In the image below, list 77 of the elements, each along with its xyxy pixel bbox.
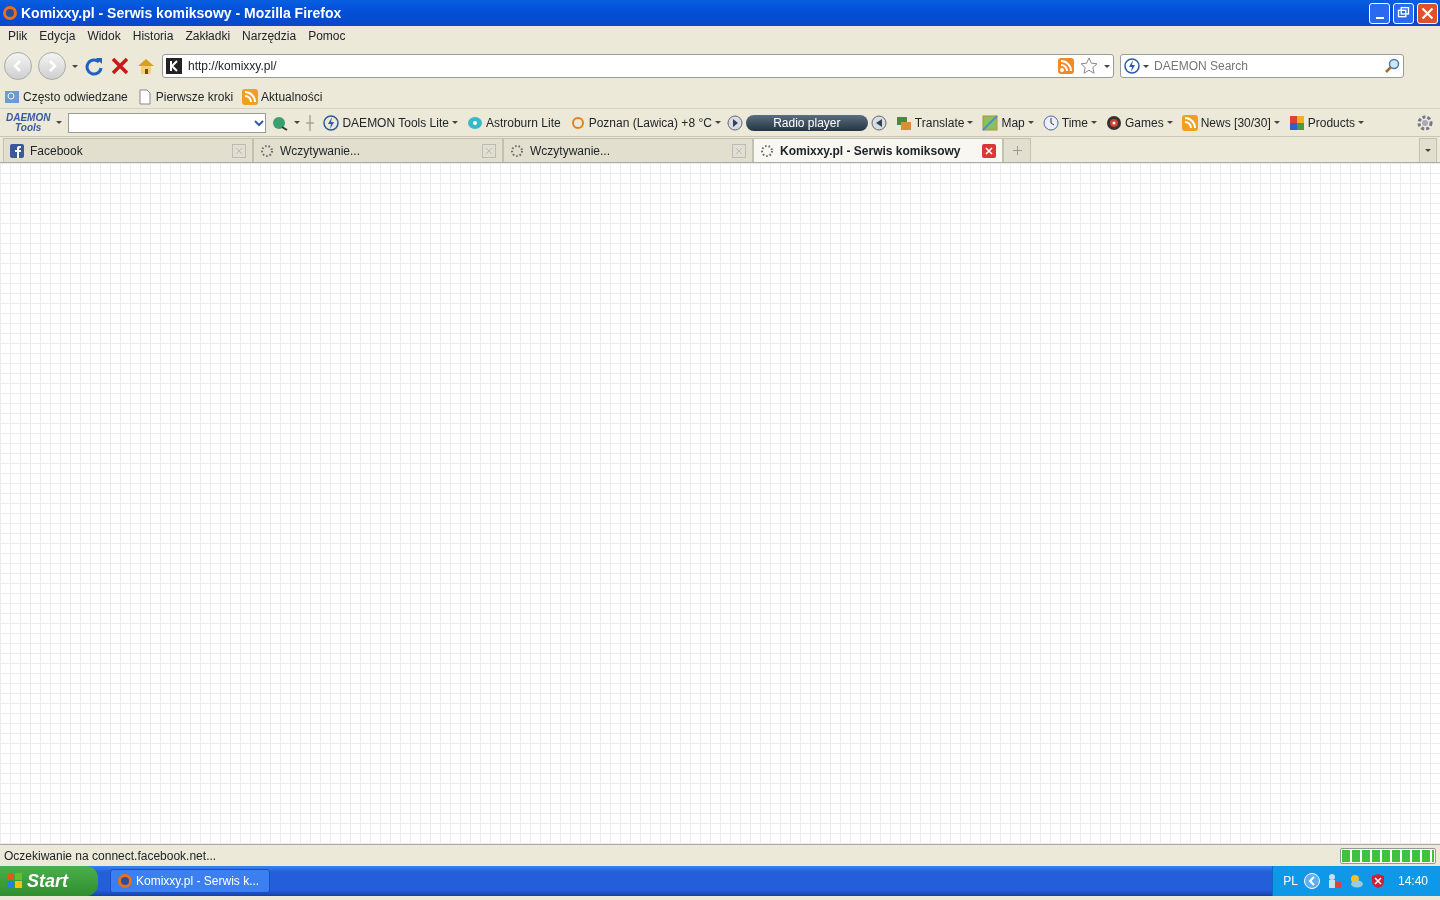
bookmark-link[interactable]: Często odwiedzane [4, 88, 128, 106]
browser-tab[interactable]: Facebook [3, 138, 253, 162]
chevron-icon[interactable] [1303, 873, 1320, 889]
toolbar-button[interactable]: Time [1042, 113, 1097, 132]
caret-icon[interactable] [1104, 64, 1110, 68]
toolbar-button[interactable]: Poznan (Lawica) +8 °C [569, 113, 721, 132]
caret-icon[interactable] [72, 64, 78, 68]
stop-icon[interactable] [110, 56, 130, 76]
globe-icon [117, 873, 133, 889]
separator-handle-icon [306, 114, 315, 131]
caret-icon[interactable] [56, 121, 63, 124]
browser-tab[interactable]: Komixxy.pl - Serwis komiksowy [753, 138, 1003, 162]
search-icon[interactable] [272, 114, 289, 131]
toolbar-button[interactable]: Products [1288, 113, 1365, 132]
windows-logo-icon [6, 872, 24, 890]
toolbar-button[interactable]: Translate [895, 113, 974, 132]
menu-item[interactable]: Historia [126, 25, 180, 47]
plus-icon [1012, 146, 1022, 155]
reload-icon[interactable] [84, 56, 104, 76]
radio-player-control[interactable]: Radio player [745, 114, 868, 131]
tab-list-button[interactable] [1419, 138, 1437, 162]
clock: 14:40 [1397, 873, 1428, 890]
browser-tab[interactable]: Wczytywanie... [253, 138, 503, 162]
menu-item[interactable]: Plik [2, 25, 34, 47]
status-text: Oczekiwanie na connect.facebook.net... [4, 847, 218, 865]
toolbar-button[interactable]: Astroburn Lite [466, 113, 561, 132]
daemon-tools-logo[interactable]: DAEMON Tools [6, 112, 51, 133]
search-dropdown[interactable] [68, 112, 267, 133]
loading-spinner-icon [510, 143, 524, 158]
toolbar-button[interactable]: DAEMON Tools Lite [323, 113, 458, 132]
loading-spinner-icon [260, 143, 274, 158]
page-icon [136, 89, 153, 105]
taskbar-window-button[interactable]: Komixxy.pl - Serwis k... [110, 869, 270, 893]
rss-icon[interactable] [1058, 58, 1074, 74]
rss-icon [1181, 114, 1198, 131]
minimize-button[interactable] [1369, 2, 1390, 24]
menu-item[interactable]: Narzędzia [236, 25, 303, 47]
shield-icon[interactable] [1369, 873, 1386, 889]
caret-icon[interactable] [294, 121, 301, 124]
rss-icon [242, 89, 259, 105]
lightning-icon [323, 114, 340, 131]
gear-icon[interactable] [1416, 113, 1434, 132]
lightning-icon [1124, 58, 1140, 74]
close-button[interactable] [1417, 2, 1438, 24]
close-icon[interactable] [982, 143, 996, 158]
volume-icon[interactable] [870, 114, 887, 131]
home-icon[interactable] [136, 56, 156, 76]
menu-item[interactable]: Pomoc [302, 25, 352, 47]
bookmark-link[interactable]: Pierwsze kroki [136, 88, 234, 106]
loading-spinner-icon [760, 143, 774, 158]
site-icon [10, 143, 24, 158]
menu-item[interactable]: Zakładki [179, 25, 237, 47]
star-icon[interactable] [1080, 57, 1098, 75]
toolbar-button[interactable]: Map [982, 113, 1034, 132]
search-field[interactable]: DAEMON Search [1120, 54, 1404, 78]
dartboard-icon [1106, 114, 1122, 131]
squares-icon [1288, 114, 1305, 131]
browser-tab[interactable]: Wczytywanie... [503, 138, 753, 162]
toolbar-button[interactable]: News [30/30] [1181, 113, 1280, 132]
menu-item[interactable]: Edycja [33, 25, 82, 47]
globe-icon [2, 5, 18, 21]
search-icon[interactable] [1384, 58, 1400, 74]
bookmark-link[interactable]: Aktualności [242, 88, 323, 106]
menu-item[interactable]: Widok [81, 25, 127, 47]
toolbar-button[interactable]: Games [1106, 113, 1173, 132]
clock-icon [1042, 114, 1059, 131]
map-icon [982, 114, 999, 131]
site-logo-icon [166, 58, 182, 74]
minimize-icon [1375, 16, 1384, 19]
translate-icon [895, 114, 912, 131]
restore-button[interactable] [1393, 2, 1414, 24]
folder-icon [4, 89, 20, 105]
disc-icon [466, 114, 483, 131]
window-title: Komixxy.pl - Serwis komiksowy - Mozilla Firefox [21, 3, 343, 23]
play-icon[interactable] [726, 114, 743, 131]
caret-icon [1425, 149, 1431, 152]
caret-icon [1143, 64, 1149, 68]
